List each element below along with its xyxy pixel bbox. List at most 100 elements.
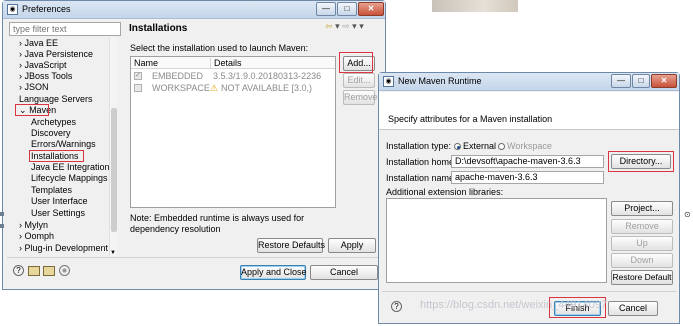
nav-toolbar: ⇦ ▾ ⇨ ▾ ▾ <box>325 21 364 32</box>
expand-icon[interactable]: › <box>19 82 22 92</box>
column-header-details[interactable]: Details <box>210 58 242 68</box>
apply-and-close-button[interactable]: Apply and Close <box>240 265 307 280</box>
embedded-note: Note: Embedded runtime is always used fo… <box>130 213 305 234</box>
tree-item-json[interactable]: › JSON <box>19 82 49 92</box>
window-title: Preferences <box>22 4 71 14</box>
eclipse-app-icon: ◉ <box>7 4 18 15</box>
page-title: Installations <box>129 23 188 34</box>
footer-divider <box>382 291 676 292</box>
installation-name-label: Installation name: <box>386 173 457 183</box>
up-button[interactable]: Up <box>611 236 673 251</box>
cancel-button[interactable]: Cancel <box>310 265 378 280</box>
background-photo <box>432 0 518 12</box>
radio-selected-icon[interactable] <box>454 143 461 150</box>
tree-item-java-ee-integration[interactable]: Java EE Integration <box>31 162 110 172</box>
remove-button[interactable]: Remove <box>343 90 378 105</box>
dialog-cancel-button[interactable]: Cancel <box>608 301 658 316</box>
table-header: Name Details <box>131 57 335 69</box>
minimize-button[interactable]: — <box>611 74 631 88</box>
expand-icon[interactable]: › <box>19 71 22 81</box>
tree-label: Java EE <box>24 38 59 48</box>
background-edge-marks <box>0 212 4 232</box>
type-workspace-radio[interactable]: Workspace <box>498 141 552 151</box>
table-row[interactable]: WORKSPACE ⚠ NOT AVAILABLE [3.0,) <box>131 82 335 94</box>
help-icon[interactable]: ? <box>391 301 402 312</box>
tree-item-mylyn[interactable]: › Mylyn <box>19 220 48 230</box>
scroll-thumb[interactable] <box>111 108 117 232</box>
back-menu-icon[interactable]: ▾ <box>335 21 340 31</box>
edge-mark <box>0 224 4 228</box>
column-header-name[interactable]: Name <box>134 58 158 68</box>
export-icon[interactable] <box>43 266 55 276</box>
tree-label: Mylyn <box>24 220 49 230</box>
radio-unselected-icon[interactable] <box>498 143 505 150</box>
title-bar: ◉ New Maven Runtime — □ ✕ <box>379 73 679 91</box>
dialog-description: Specify attributes for a Maven installat… <box>388 114 553 124</box>
expand-icon[interactable]: › <box>19 60 22 70</box>
expand-icon[interactable]: › <box>19 220 22 230</box>
close-button[interactable]: ✕ <box>358 2 384 16</box>
maximize-button[interactable]: □ <box>632 74 650 88</box>
minimize-button[interactable]: — <box>316 2 336 16</box>
forward-arrow-icon[interactable]: ⇨ <box>342 21 350 31</box>
remove-library-button[interactable]: Remove <box>611 219 673 234</box>
tree-item-java-persistence[interactable]: › Java Persistence <box>19 49 93 59</box>
scroll-down-arrow[interactable]: ▼ <box>110 250 116 256</box>
type-external-radio[interactable]: External <box>454 141 496 151</box>
tree-label: Plug-in Development <box>24 243 109 253</box>
tree-label: JSON <box>24 82 49 92</box>
installation-details: 3.5.3/1.9.0.20180313-2236 <box>213 71 322 81</box>
restore-defaults-button[interactable]: Restore Defaults <box>257 238 325 253</box>
tree-item-user-interface[interactable]: User Interface <box>31 196 88 206</box>
installation-home-label: Installation home: <box>386 157 457 167</box>
extension-libraries-list[interactable] <box>386 198 607 283</box>
background-edge-glyph: ⊙ <box>684 210 691 219</box>
installation-home-field[interactable]: D:\devsoft\apache-maven-3.6.3 <box>451 155 604 168</box>
edit-button[interactable]: Edit... <box>343 73 375 88</box>
tree-item-archetypes[interactable]: Archetypes <box>31 117 76 127</box>
installation-checkbox[interactable] <box>134 84 142 92</box>
import-icon[interactable] <box>28 266 40 276</box>
tree-item-errors-warnings[interactable]: Errors/Warnings <box>31 139 96 149</box>
down-button[interactable]: Down <box>611 253 673 268</box>
dialog-title: New Maven Runtime <box>398 76 482 86</box>
highlight-add <box>339 52 373 73</box>
apply-button[interactable]: Apply <box>328 238 376 253</box>
tree-item-lifecycle-mappings[interactable]: Lifecycle Mappings <box>31 173 108 183</box>
maximize-button[interactable]: □ <box>337 2 357 16</box>
expand-icon[interactable]: › <box>19 243 22 253</box>
tree-item-jboss-tools[interactable]: › JBoss Tools <box>19 71 72 81</box>
expand-icon[interactable]: › <box>19 38 22 48</box>
forward-menu-icon[interactable]: ▾ <box>352 21 357 31</box>
installation-checkbox[interactable]: ✓ <box>134 72 142 80</box>
close-button[interactable]: ✕ <box>651 74 677 88</box>
installation-name-field[interactable]: apache-maven-3.6.3 <box>451 171 604 184</box>
tree-item-oomph[interactable]: › Oomph <box>19 231 54 241</box>
tree-item-discovery[interactable]: Discovery <box>31 128 71 138</box>
dialog-banner: Specify attributes for a Maven installat… <box>379 92 679 130</box>
tree-item-javascript[interactable]: › JavaScript <box>19 60 67 70</box>
highlight-directory <box>608 151 674 172</box>
installations-table: Name Details ✓ EMBEDDED 3.5.3/1.9.0.2018… <box>130 56 336 208</box>
help-icon[interactable]: ? <box>13 265 24 276</box>
project-button[interactable]: Project... <box>611 201 673 216</box>
tree-item-user-settings[interactable]: User Settings <box>31 208 85 218</box>
back-arrow-icon[interactable]: ⇦ <box>325 21 333 31</box>
tree-label: JavaScript <box>24 60 67 70</box>
expand-icon[interactable]: › <box>19 49 22 59</box>
edge-mark <box>0 212 4 216</box>
tree-scrollbar[interactable]: ▼ <box>109 38 117 256</box>
view-menu-icon[interactable]: ▾ <box>359 21 364 31</box>
title-bar: ◉ Preferences — □ ✕ <box>3 1 385 19</box>
tree-item-java-ee[interactable]: › Java EE <box>19 38 58 48</box>
restore-default-button[interactable]: Restore Default <box>611 270 673 285</box>
tree-item-language-servers[interactable]: Language Servers <box>19 94 93 104</box>
tree-item-plugin-development[interactable]: › Plug-in Development <box>19 243 108 253</box>
expand-icon[interactable]: › <box>19 231 22 241</box>
filter-input[interactable] <box>9 22 121 36</box>
installation-type-label: Installation type: <box>386 141 452 151</box>
record-icon[interactable] <box>59 265 70 276</box>
new-maven-runtime-dialog: ◉ New Maven Runtime — □ ✕ Specify attrib… <box>378 72 680 324</box>
tree-item-templates[interactable]: Templates <box>31 185 72 195</box>
table-row[interactable]: ✓ EMBEDDED 3.5.3/1.9.0.20180313-2236 <box>131 70 335 82</box>
